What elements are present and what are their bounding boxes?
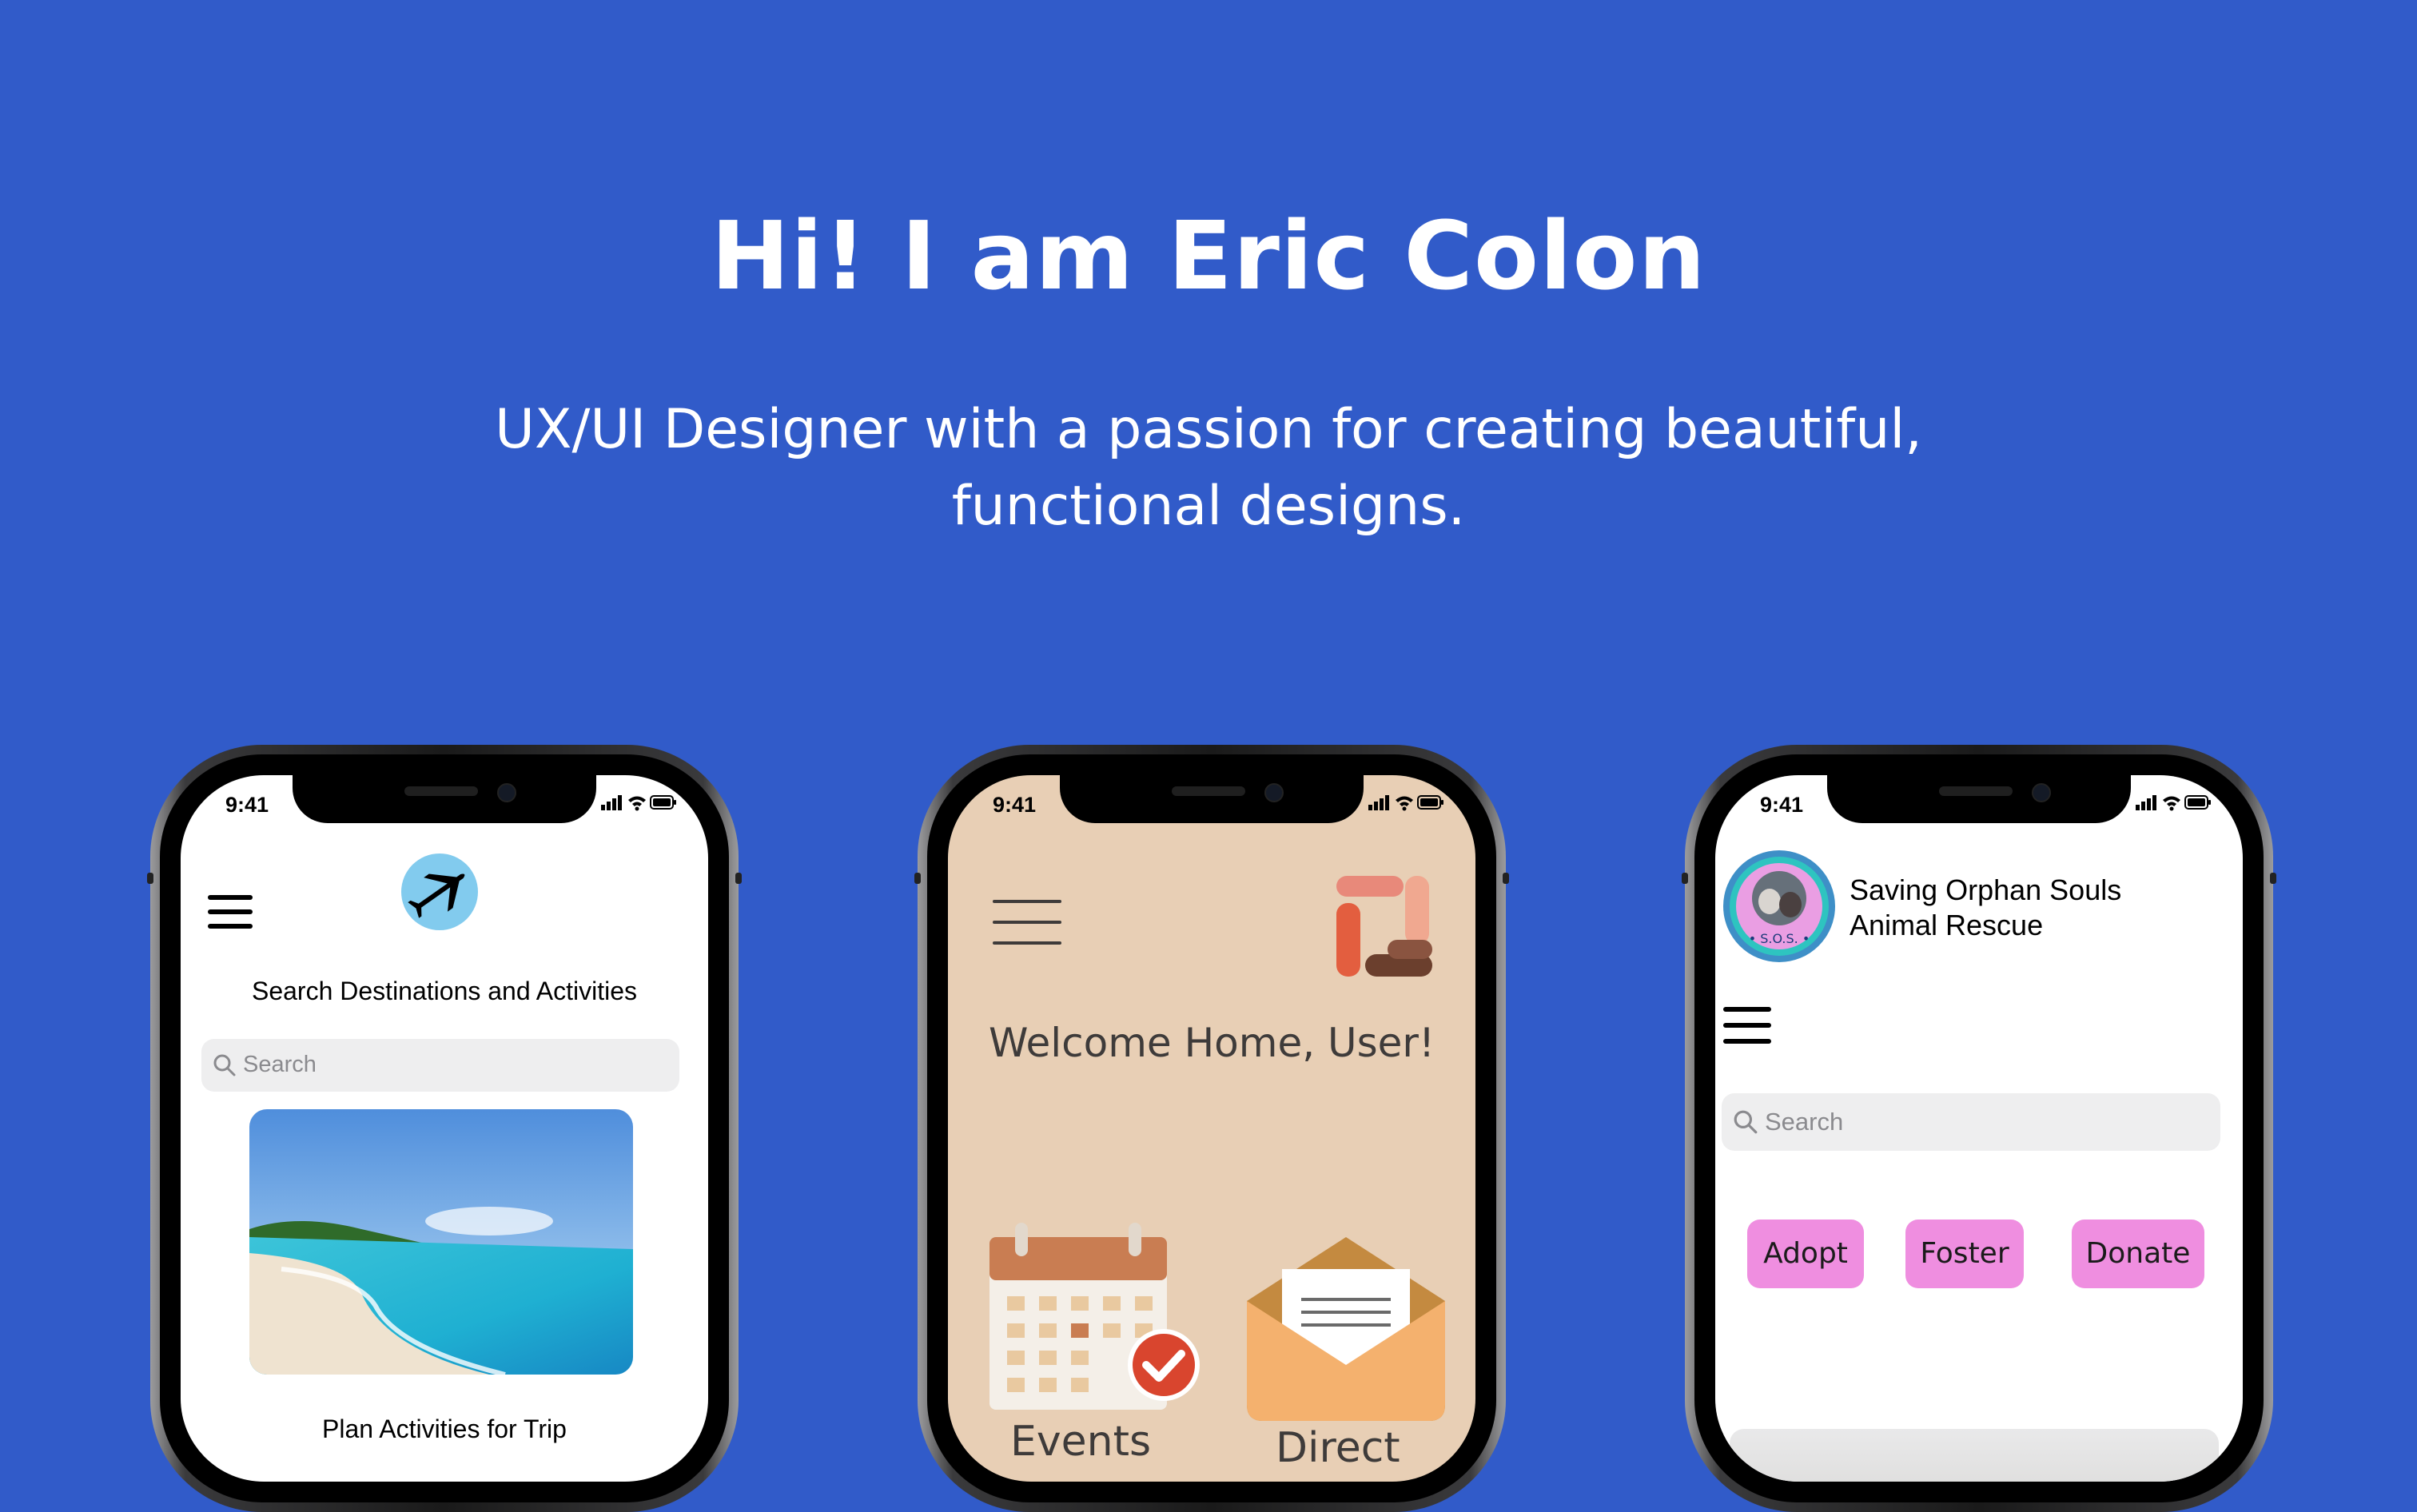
direct-label[interactable]: Direct bbox=[1276, 1424, 1400, 1472]
signal-icon bbox=[601, 795, 622, 810]
battery-icon bbox=[650, 795, 676, 810]
svg-text:• S.O.S. •: • S.O.S. • bbox=[1749, 931, 1810, 946]
calendar-check-icon[interactable] bbox=[986, 1223, 1210, 1418]
airplane-icon bbox=[401, 853, 478, 930]
search-icon bbox=[213, 1054, 236, 1076]
search-icon bbox=[1734, 1110, 1758, 1134]
phone-notch bbox=[293, 775, 596, 823]
signal-icon bbox=[1368, 795, 1389, 810]
phone-mockup-rescue: 9:41 • S.O.S. • Saving Orphan Souls Anim… bbox=[1682, 745, 2276, 1512]
hero-title: Hi! I am Eric Colon bbox=[711, 201, 1706, 311]
search-input[interactable]: Search bbox=[1722, 1093, 2220, 1151]
menu-icon[interactable] bbox=[993, 900, 1061, 945]
welcome-heading: Welcome Home, User! bbox=[988, 1020, 1435, 1066]
hands-together-icon bbox=[1328, 871, 1440, 986]
phone-screen: 9:41 Welcome Home, User! Events Direct bbox=[948, 775, 1475, 1482]
wifi-icon bbox=[1396, 796, 1413, 811]
phone-mockup-home: 9:41 Welcome Home, User! Events Direct bbox=[914, 745, 1509, 1512]
adopt-button[interactable]: Adopt bbox=[1747, 1220, 1864, 1288]
donate-button[interactable]: Donate bbox=[2072, 1220, 2204, 1288]
status-icons bbox=[2136, 793, 2212, 815]
search-placeholder: Search bbox=[243, 1052, 317, 1077]
plan-activities-caption[interactable]: Plan Activities for Trip bbox=[181, 1415, 708, 1444]
status-time: 9:41 bbox=[1760, 793, 1804, 817]
beach-photo[interactable] bbox=[249, 1109, 633, 1375]
phone-screen: 9:41 Search Destinations and Activities … bbox=[181, 775, 708, 1482]
phone-notch bbox=[1827, 775, 2131, 823]
battery-icon bbox=[1417, 795, 1443, 810]
envelope-icon[interactable] bbox=[1240, 1237, 1451, 1429]
search-input[interactable]: Search bbox=[201, 1039, 679, 1092]
wifi-icon bbox=[2163, 796, 2180, 811]
status-time: 9:41 bbox=[225, 793, 269, 817]
status-time: 9:41 bbox=[993, 793, 1037, 817]
sos-logo-icon[interactable]: • S.O.S. • bbox=[1722, 849, 1837, 967]
phone-mockup-travel: 9:41 Search Destinations and Activities … bbox=[147, 745, 742, 1512]
status-icons bbox=[601, 793, 678, 815]
search-heading: Search Destinations and Activities bbox=[251, 977, 638, 1005]
org-name-line1: Saving Orphan Souls bbox=[1850, 873, 2122, 906]
hero-subtitle-line1: UX/UI Designer with a passion for creati… bbox=[495, 398, 1922, 461]
menu-icon[interactable] bbox=[208, 895, 253, 929]
wifi-icon bbox=[628, 796, 646, 811]
hero-subtitle-line2: functional designs. bbox=[951, 475, 1466, 538]
search-placeholder: Search bbox=[1765, 1108, 1844, 1136]
pet-photo-card[interactable] bbox=[1730, 1429, 2219, 1482]
org-name-line2: Animal Rescue bbox=[1850, 909, 2044, 941]
hero-subtitle: UX/UI Designer with a passion for creati… bbox=[400, 392, 2017, 545]
signal-icon bbox=[2136, 795, 2156, 810]
status-icons bbox=[1368, 793, 1445, 815]
phone-screen: 9:41 • S.O.S. • Saving Orphan Souls Anim… bbox=[1715, 775, 2243, 1482]
phone-notch bbox=[1060, 775, 1364, 823]
menu-icon[interactable] bbox=[1723, 1007, 1771, 1044]
events-label[interactable]: Events bbox=[1010, 1418, 1151, 1466]
foster-button[interactable]: Foster bbox=[1905, 1220, 2024, 1288]
organization-name: Saving Orphan Souls Animal Rescue bbox=[1850, 873, 2121, 943]
battery-icon bbox=[2184, 795, 2211, 810]
